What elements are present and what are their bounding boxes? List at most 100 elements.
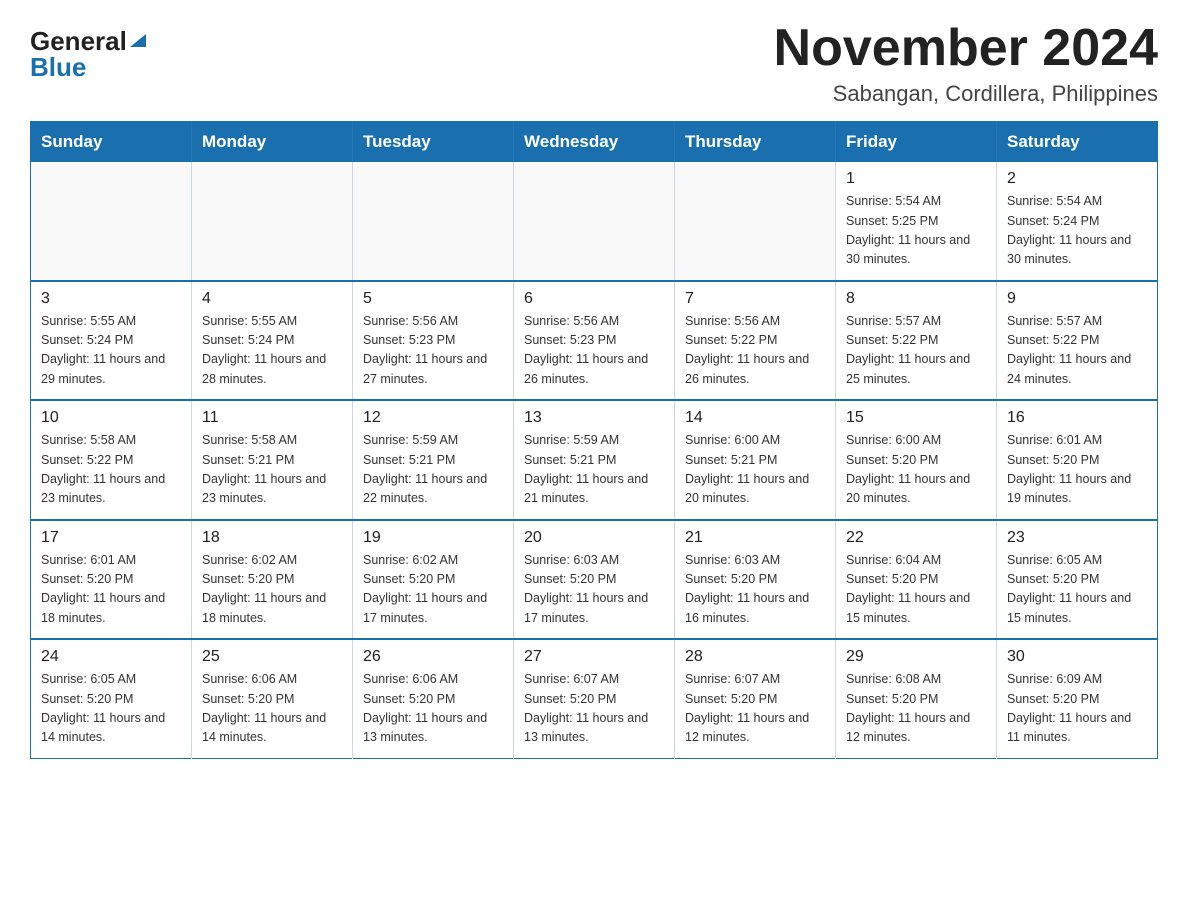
logo-triangle-icon [130,34,146,47]
day-number: 16 [1007,409,1147,427]
day-info: Sunrise: 6:03 AMSunset: 5:20 PMDaylight:… [685,551,825,629]
calendar-cell: 25 Sunrise: 6:06 AMSunset: 5:20 PMDayligh… [192,639,353,758]
day-info: Sunrise: 6:00 AMSunset: 5:20 PMDaylight:… [846,431,986,509]
day-info: Sunrise: 6:06 AMSunset: 5:20 PMDaylight:… [202,670,342,748]
calendar-cell: 22Sunrise: 6:04 AMSunset: 5:20 PMDayligh… [836,520,997,640]
day-info: Sunrise: 5:55 AMSunset: 5:24 PMDaylight:… [202,312,342,390]
day-info: Sunrise: 5:58 AMSunset: 5:21 PMDaylight:… [202,431,342,509]
day-info: Sunrise: 5:56 AMSunset: 5:23 PMDaylight:… [363,312,503,390]
calendar-week-row: 17 Sunrise: 6:01 AMSunset: 5:20 PMDayligh… [31,520,1158,640]
day-info: Sunrise: 5:54 AMSunset: 5:24 PMDaylight:… [1007,192,1147,270]
calendar-cell: 6 Sunrise: 5:56 AMSunset: 5:23 PMDaylight… [514,281,675,401]
calendar-cell: 28Sunrise: 6:07 AMSunset: 5:20 PMDayligh… [675,639,836,758]
day-info: Sunrise: 6:05 AMSunset: 5:20 PMDaylight:… [41,670,181,748]
day-info: Sunrise: 5:55 AMSunset: 5:24 PMDaylight:… [41,312,181,390]
day-info: Sunrise: 5:58 AMSunset: 5:22 PMDaylight:… [41,431,181,509]
calendar-cell [31,162,192,281]
calendar-cell: 2 Sunrise: 5:54 AMSunset: 5:24 PMDaylight… [997,162,1158,281]
day-number: 2 [1007,170,1147,188]
calendar-header-sunday: Sunday [31,122,192,163]
day-number: 19 [363,529,503,547]
day-number: 21 [685,529,825,547]
day-info: Sunrise: 6:00 AMSunset: 5:21 PMDaylight:… [685,431,825,509]
day-number: 17 [41,529,181,547]
title-block: November 2024 Sabangan, Cordillera, Phil… [774,20,1158,107]
day-info: Sunrise: 6:01 AMSunset: 5:20 PMDaylight:… [1007,431,1147,509]
calendar-cell: 30Sunrise: 6:09 AMSunset: 5:20 PMDayligh… [997,639,1158,758]
day-number: 27 [524,648,664,666]
calendar-cell: 16 Sunrise: 6:01 AMSunset: 5:20 PMDayligh… [997,400,1158,520]
day-number: 4 [202,290,342,308]
calendar-cell: 27 Sunrise: 6:07 AMSunset: 5:20 PMDayligh… [514,639,675,758]
calendar-cell: 26 Sunrise: 6:06 AMSunset: 5:20 PMDayligh… [353,639,514,758]
day-info: Sunrise: 5:59 AMSunset: 5:21 PMDaylight:… [363,431,503,509]
day-info: Sunrise: 6:02 AMSunset: 5:20 PMDaylight:… [363,551,503,629]
day-info: Sunrise: 5:54 AMSunset: 5:25 PMDaylight:… [846,192,986,270]
calendar-cell [192,162,353,281]
calendar-week-row: 3 Sunrise: 5:55 AMSunset: 5:24 PMDaylight… [31,281,1158,401]
calendar-cell: 14 Sunrise: 6:00 AMSunset: 5:21 PMDayligh… [675,400,836,520]
day-number: 18 [202,529,342,547]
month-year-title: November 2024 [774,20,1158,77]
location-subtitle: Sabangan, Cordillera, Philippines [774,81,1158,107]
calendar-week-row: 24 Sunrise: 6:05 AMSunset: 5:20 PMDayligh… [31,639,1158,758]
calendar-cell: 1Sunrise: 5:54 AMSunset: 5:25 PMDaylight… [836,162,997,281]
calendar-week-row: 1Sunrise: 5:54 AMSunset: 5:25 PMDaylight… [31,162,1158,281]
calendar-cell: 8 Sunrise: 5:57 AMSunset: 5:22 PMDaylight… [836,281,997,401]
day-number: 3 [41,290,181,308]
day-info: Sunrise: 5:57 AMSunset: 5:22 PMDaylight:… [1007,312,1147,390]
day-number: 30 [1007,648,1147,666]
calendar-week-row: 10Sunrise: 5:58 AMSunset: 5:22 PMDayligh… [31,400,1158,520]
day-number: 15 [846,409,986,427]
day-info: Sunrise: 5:56 AMSunset: 5:23 PMDaylight:… [524,312,664,390]
calendar-cell [353,162,514,281]
day-number: 22 [846,529,986,547]
calendar-cell: 12 Sunrise: 5:59 AMSunset: 5:21 PMDayligh… [353,400,514,520]
day-info: Sunrise: 6:01 AMSunset: 5:20 PMDaylight:… [41,551,181,629]
day-info: Sunrise: 6:07 AMSunset: 5:20 PMDaylight:… [685,670,825,748]
calendar-cell: 4 Sunrise: 5:55 AMSunset: 5:24 PMDaylight… [192,281,353,401]
logo: General Blue [30,28,146,80]
calendar-cell: 29 Sunrise: 6:08 AMSunset: 5:20 PMDayligh… [836,639,997,758]
calendar-cell: 9 Sunrise: 5:57 AMSunset: 5:22 PMDaylight… [997,281,1158,401]
day-number: 25 [202,648,342,666]
logo-blue-text: Blue [30,54,86,80]
day-info: Sunrise: 6:02 AMSunset: 5:20 PMDaylight:… [202,551,342,629]
day-number: 11 [202,409,342,427]
page-header: General Blue November 2024 Sabangan, Cor… [30,20,1158,107]
calendar-cell: 21 Sunrise: 6:03 AMSunset: 5:20 PMDayligh… [675,520,836,640]
calendar-cell: 11 Sunrise: 5:58 AMSunset: 5:21 PMDayligh… [192,400,353,520]
day-number: 12 [363,409,503,427]
day-number: 6 [524,290,664,308]
day-number: 26 [363,648,503,666]
day-number: 5 [363,290,503,308]
day-number: 29 [846,648,986,666]
day-info: Sunrise: 5:59 AMSunset: 5:21 PMDaylight:… [524,431,664,509]
calendar-cell: 3 Sunrise: 5:55 AMSunset: 5:24 PMDaylight… [31,281,192,401]
calendar-cell: 7Sunrise: 5:56 AMSunset: 5:22 PMDaylight… [675,281,836,401]
day-number: 7 [685,290,825,308]
calendar-header-tuesday: Tuesday [353,122,514,163]
day-number: 24 [41,648,181,666]
day-info: Sunrise: 6:06 AMSunset: 5:20 PMDaylight:… [363,670,503,748]
day-info: Sunrise: 5:57 AMSunset: 5:22 PMDaylight:… [846,312,986,390]
day-number: 14 [685,409,825,427]
calendar-cell: 17 Sunrise: 6:01 AMSunset: 5:20 PMDayligh… [31,520,192,640]
calendar-cell: 5 Sunrise: 5:56 AMSunset: 5:23 PMDaylight… [353,281,514,401]
calendar-cell: 15 Sunrise: 6:00 AMSunset: 5:20 PMDayligh… [836,400,997,520]
day-info: Sunrise: 6:05 AMSunset: 5:20 PMDaylight:… [1007,551,1147,629]
calendar-cell [675,162,836,281]
calendar-cell: 23Sunrise: 6:05 AMSunset: 5:20 PMDayligh… [997,520,1158,640]
calendar-header-row: SundayMondayTuesdayWednesdayThursdayFrid… [31,122,1158,163]
calendar-header-saturday: Saturday [997,122,1158,163]
calendar-header-thursday: Thursday [675,122,836,163]
calendar-cell: 19 Sunrise: 6:02 AMSunset: 5:20 PMDayligh… [353,520,514,640]
calendar-cell: 20Sunrise: 6:03 AMSunset: 5:20 PMDayligh… [514,520,675,640]
day-number: 9 [1007,290,1147,308]
day-number: 20 [524,529,664,547]
calendar-header-wednesday: Wednesday [514,122,675,163]
calendar-cell: 10Sunrise: 5:58 AMSunset: 5:22 PMDayligh… [31,400,192,520]
day-info: Sunrise: 6:08 AMSunset: 5:20 PMDaylight:… [846,670,986,748]
day-number: 8 [846,290,986,308]
day-info: Sunrise: 6:07 AMSunset: 5:20 PMDaylight:… [524,670,664,748]
